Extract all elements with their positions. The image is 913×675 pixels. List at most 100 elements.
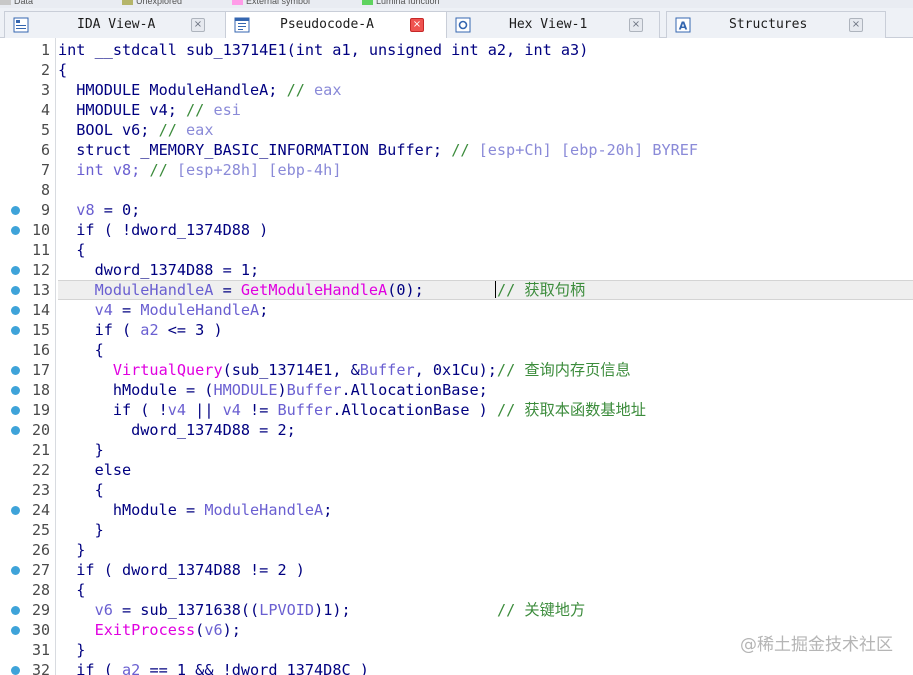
breakpoint-dot-icon[interactable]: [11, 506, 20, 515]
pseudocode-icon: [234, 17, 250, 33]
line-number: 20: [31, 421, 50, 439]
close-icon[interactable]: ×: [629, 18, 643, 32]
tab-bar: IDA View-A × Pseudocode-A × Hex View-1 × A Stru…: [0, 8, 913, 39]
code-line[interactable]: 17 VirtualQuery(sub_13714E1, &Buffer, 0x…: [0, 360, 913, 380]
code-token: //: [496, 361, 525, 379]
code-text: v6 = sub_1371638((LPVOID)1); // 关键地方: [58, 601, 586, 619]
line-number: 3: [40, 81, 50, 99]
code-line[interactable]: 12 dword_1374D88 = 1;: [0, 260, 913, 280]
code-text: {: [58, 341, 104, 359]
svg-text:A: A: [679, 20, 688, 33]
structures-icon: A: [675, 17, 691, 33]
legend-strip: Data Unexplored External symbol Lumina func…: [0, 0, 913, 8]
line-number: 22: [31, 461, 50, 479]
code-token: ||: [186, 401, 223, 419]
breakpoint-dot-icon[interactable]: [11, 266, 20, 275]
code-token: if (: [58, 661, 123, 675]
code-line[interactable]: 11 {: [0, 240, 913, 260]
code-line[interactable]: 25 }: [0, 520, 913, 540]
breakpoint-dot-icon[interactable]: [11, 286, 20, 295]
code-token: dword_1374D88 = 1;: [58, 261, 260, 279]
tab-label: Structures: [729, 17, 808, 32]
code-line[interactable]: 10 if ( !dword_1374D88 ): [0, 220, 913, 240]
code-line[interactable]: 8: [0, 180, 913, 200]
code-line[interactable]: 9 v8 = 0;: [0, 200, 913, 220]
code-line[interactable]: 15 if ( a2 <= 3 ): [0, 320, 913, 340]
code-line[interactable]: 23 {: [0, 480, 913, 500]
tab-hex-view-1[interactable]: Hex View-1 ×: [446, 11, 660, 38]
code-token: )1);: [314, 601, 497, 619]
code-text: if ( dword_1374D88 != 2 ): [58, 561, 305, 579]
code-text: dword_1374D88 = 2;: [58, 421, 296, 439]
code-token: if (: [58, 321, 141, 339]
code-token: 获取本函数基地址: [524, 401, 646, 419]
code-token: =: [213, 281, 241, 299]
code-line[interactable]: 24 hModule = ModuleHandleA;: [0, 500, 913, 520]
close-icon[interactable]: ×: [191, 18, 205, 32]
code-text: HMODULE v4; // esi: [58, 101, 241, 119]
code-text: }: [58, 641, 85, 659]
code-line[interactable]: 19 if ( !v4 || v4 != Buffer.AllocationBa…: [0, 400, 913, 420]
line-number: 16: [31, 341, 50, 359]
code-line[interactable]: 13 ModuleHandleA = GetModuleHandleA(0); …: [0, 280, 913, 300]
code-line[interactable]: 27 if ( dword_1374D88 != 2 ): [0, 560, 913, 580]
breakpoint-dot-icon[interactable]: [11, 626, 20, 635]
code-line[interactable]: 20 dword_1374D88 = 2;: [0, 420, 913, 440]
code-token: }: [58, 541, 86, 559]
code-line[interactable]: 28 {: [0, 580, 913, 600]
code-line[interactable]: 26 }: [0, 540, 913, 560]
code-token: struct _MEMORY_BASIC_INFORMATION Buffer;: [58, 141, 452, 159]
code-line[interactable]: 18 hModule = (HMODULE)Buffer.AllocationB…: [0, 380, 913, 400]
code-line[interactable]: 1 int __stdcall sub_13714E1(int a1, unsig…: [0, 40, 913, 60]
tab-structures[interactable]: A Structures ×: [666, 11, 886, 38]
code-token: );: [222, 621, 241, 639]
code-line[interactable]: 7 int v8; // [esp+28h] [ebp-4h]: [0, 160, 913, 180]
code-line[interactable]: 32 if ( a2 == 1 && !dword_1374D8C ): [0, 660, 913, 675]
breakpoint-dot-icon[interactable]: [11, 306, 20, 315]
code-token: 获取句柄: [524, 281, 586, 299]
breakpoint-dot-icon[interactable]: [11, 226, 20, 235]
line-number: 5: [40, 121, 50, 139]
breakpoint-dot-icon[interactable]: [11, 366, 20, 375]
line-number: 14: [31, 301, 50, 319]
line-number: 32: [31, 661, 50, 675]
tab-pseudocode-a[interactable]: Pseudocode-A ×: [225, 11, 447, 39]
breakpoint-dot-icon[interactable]: [11, 406, 20, 415]
code-token: VirtualQuery: [58, 361, 223, 379]
code-token: Buffer: [286, 381, 342, 399]
pseudocode-editor[interactable]: 1 int __stdcall sub_13714E1(int a1, unsig…: [0, 38, 913, 675]
breakpoint-dot-icon[interactable]: [11, 606, 20, 615]
code-line[interactable]: 6 struct _MEMORY_BASIC_INFORMATION Buffe…: [0, 140, 913, 160]
code-text: v8 = 0;: [58, 201, 140, 219]
tab-label: Pseudocode-A: [280, 17, 374, 32]
code-text: if ( !v4 || v4 != Buffer.AllocationBase …: [58, 401, 646, 419]
close-icon[interactable]: ×: [849, 18, 863, 32]
breakpoint-dot-icon[interactable]: [11, 386, 20, 395]
code-line[interactable]: 29 v6 = sub_1371638((LPVOID)1); // 关键地方: [0, 600, 913, 620]
breakpoint-dot-icon[interactable]: [11, 426, 20, 435]
code-line[interactable]: 16 {: [0, 340, 913, 360]
code-line[interactable]: 21 }: [0, 440, 913, 460]
code-line[interactable]: 3 HMODULE ModuleHandleA; // eax: [0, 80, 913, 100]
graph-view-icon: [13, 17, 29, 33]
breakpoint-dot-icon[interactable]: [11, 206, 20, 215]
tab-ida-view-a[interactable]: IDA View-A ×: [4, 11, 226, 38]
line-number: 15: [31, 321, 50, 339]
breakpoint-dot-icon[interactable]: [11, 666, 20, 675]
code-token: a2: [140, 321, 159, 339]
legend-item: Data: [0, 0, 33, 6]
legend-item: Lumina function: [362, 0, 440, 6]
code-token: [esp+28h] [ebp-4h]: [176, 161, 342, 179]
line-number: 1: [40, 41, 50, 59]
breakpoint-dot-icon[interactable]: [11, 566, 20, 575]
line-number: 18: [31, 381, 50, 399]
watermark: @稀土掘金技术社区: [740, 635, 893, 655]
close-icon[interactable]: ×: [410, 18, 424, 32]
code-line[interactable]: 22 else: [0, 460, 913, 480]
code-line[interactable]: 14 v4 = ModuleHandleA;: [0, 300, 913, 320]
code-line[interactable]: 2{: [0, 60, 913, 80]
code-line[interactable]: 5 BOOL v6; // eax: [0, 120, 913, 140]
code-line[interactable]: 4 HMODULE v4; // esi: [0, 100, 913, 120]
code-text: {: [58, 481, 104, 499]
breakpoint-dot-icon[interactable]: [11, 326, 20, 335]
